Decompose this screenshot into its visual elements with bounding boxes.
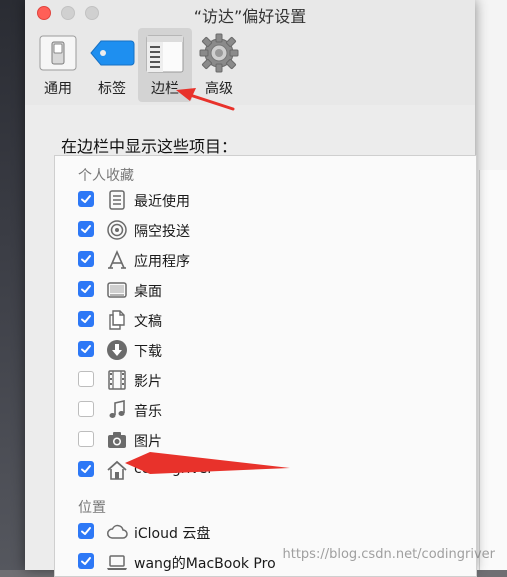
sidebar-option-movies[interactable]: 影片: [78, 368, 458, 392]
icloud-icon: [106, 521, 128, 543]
tab-label: 标签: [98, 81, 126, 97]
sidebar-option-recents[interactable]: 最近使用: [78, 188, 458, 212]
sidebar-option-icloud-drive[interactable]: iCloud 云盘: [78, 520, 458, 544]
option-label: 最近使用: [134, 194, 190, 210]
option-label: wang的MacBook Pro: [134, 556, 276, 572]
tab-advanced[interactable]: 高级: [192, 28, 246, 102]
pane-heading: 在边栏中显示这些项目：: [61, 137, 238, 156]
music-icon: [106, 399, 128, 421]
finder-preferences-window: “访达”偏好设置 通用 标签 边栏 高级 在边栏中显示这些项目： 个人收藏 最近…: [25, 0, 477, 577]
titlebar: “访达”偏好设置 通用 标签 边栏 高级: [25, 0, 475, 106]
option-label: iCloud 云盘: [134, 526, 211, 542]
sidebar-icon: [146, 35, 184, 77]
checkbox-unchecked[interactable]: [78, 401, 94, 417]
tab-label: 边栏: [151, 81, 179, 97]
switch-icon: [39, 35, 77, 75]
pictures-icon: [106, 429, 128, 451]
option-label: 下载: [134, 344, 162, 360]
downloads-icon: [106, 339, 128, 361]
checkbox-checked[interactable]: [78, 251, 94, 267]
checkbox-checked[interactable]: [78, 523, 94, 539]
documents-icon: [106, 309, 128, 331]
checkbox-unchecked[interactable]: [78, 431, 94, 447]
sidebar-option-music[interactable]: 音乐: [78, 398, 458, 422]
tag-icon: [89, 35, 135, 75]
background-window-right: [475, 0, 507, 570]
window-title: “访达”偏好设置: [193, 7, 307, 26]
applications-icon: [106, 249, 128, 271]
tab-label: 高级: [205, 81, 233, 97]
sidebar-items-list: 个人收藏 最近使用 隔空投送 应用程序 桌面 文稿 下载 影片 音乐 图片 co…: [54, 155, 477, 577]
option-label: 应用程序: [134, 254, 190, 270]
desktop-icon: [106, 279, 128, 301]
sidebar-option-desktop[interactable]: 桌面: [78, 278, 458, 302]
sidebar-preferences-pane: 在边栏中显示这些项目： 个人收藏 最近使用 隔空投送 应用程序 桌面 文稿 下载…: [25, 105, 477, 577]
checkbox-checked[interactable]: [78, 281, 94, 297]
sidebar-option-documents[interactable]: 文稿: [78, 308, 458, 332]
gear-icon: [198, 33, 240, 78]
home-icon: [106, 459, 128, 481]
checkbox-checked[interactable]: [78, 311, 94, 327]
watermark: https://blog.csdn.net/codingriver: [282, 547, 495, 562]
tab-general[interactable]: 通用: [31, 28, 85, 102]
section-label-favorites: 个人收藏: [78, 168, 134, 184]
option-label: 音乐: [134, 404, 162, 420]
option-label: 桌面: [134, 284, 162, 300]
option-label: 图片: [134, 434, 162, 450]
checkbox-checked[interactable]: [78, 221, 94, 237]
option-label: 隔空投送: [134, 224, 190, 240]
option-label: 影片: [134, 374, 162, 390]
checkbox-checked[interactable]: [78, 341, 94, 357]
checkbox-unchecked[interactable]: [78, 371, 94, 387]
airdrop-icon: [106, 219, 128, 241]
sidebar-option-downloads[interactable]: 下载: [78, 338, 458, 362]
option-label: 文稿: [134, 314, 162, 330]
movies-icon: [106, 369, 128, 391]
tab-sidebar[interactable]: 边栏: [138, 28, 192, 102]
checkbox-checked[interactable]: [78, 191, 94, 207]
desktop-background-left: [0, 0, 25, 570]
option-label: codingriver: [134, 461, 214, 477]
checkbox-checked[interactable]: [78, 553, 94, 569]
sidebar-option-applications[interactable]: 应用程序: [78, 248, 458, 272]
section-label-locations: 位置: [78, 500, 106, 516]
tab-tags[interactable]: 标签: [85, 28, 139, 102]
sidebar-option-airdrop[interactable]: 隔空投送: [78, 218, 458, 242]
recents-icon: [106, 189, 128, 211]
checkbox-checked[interactable]: [78, 461, 94, 477]
sidebar-option-pictures[interactable]: 图片: [78, 428, 458, 452]
tab-label: 通用: [44, 81, 72, 97]
sidebar-option-home[interactable]: codingriver: [78, 458, 458, 482]
